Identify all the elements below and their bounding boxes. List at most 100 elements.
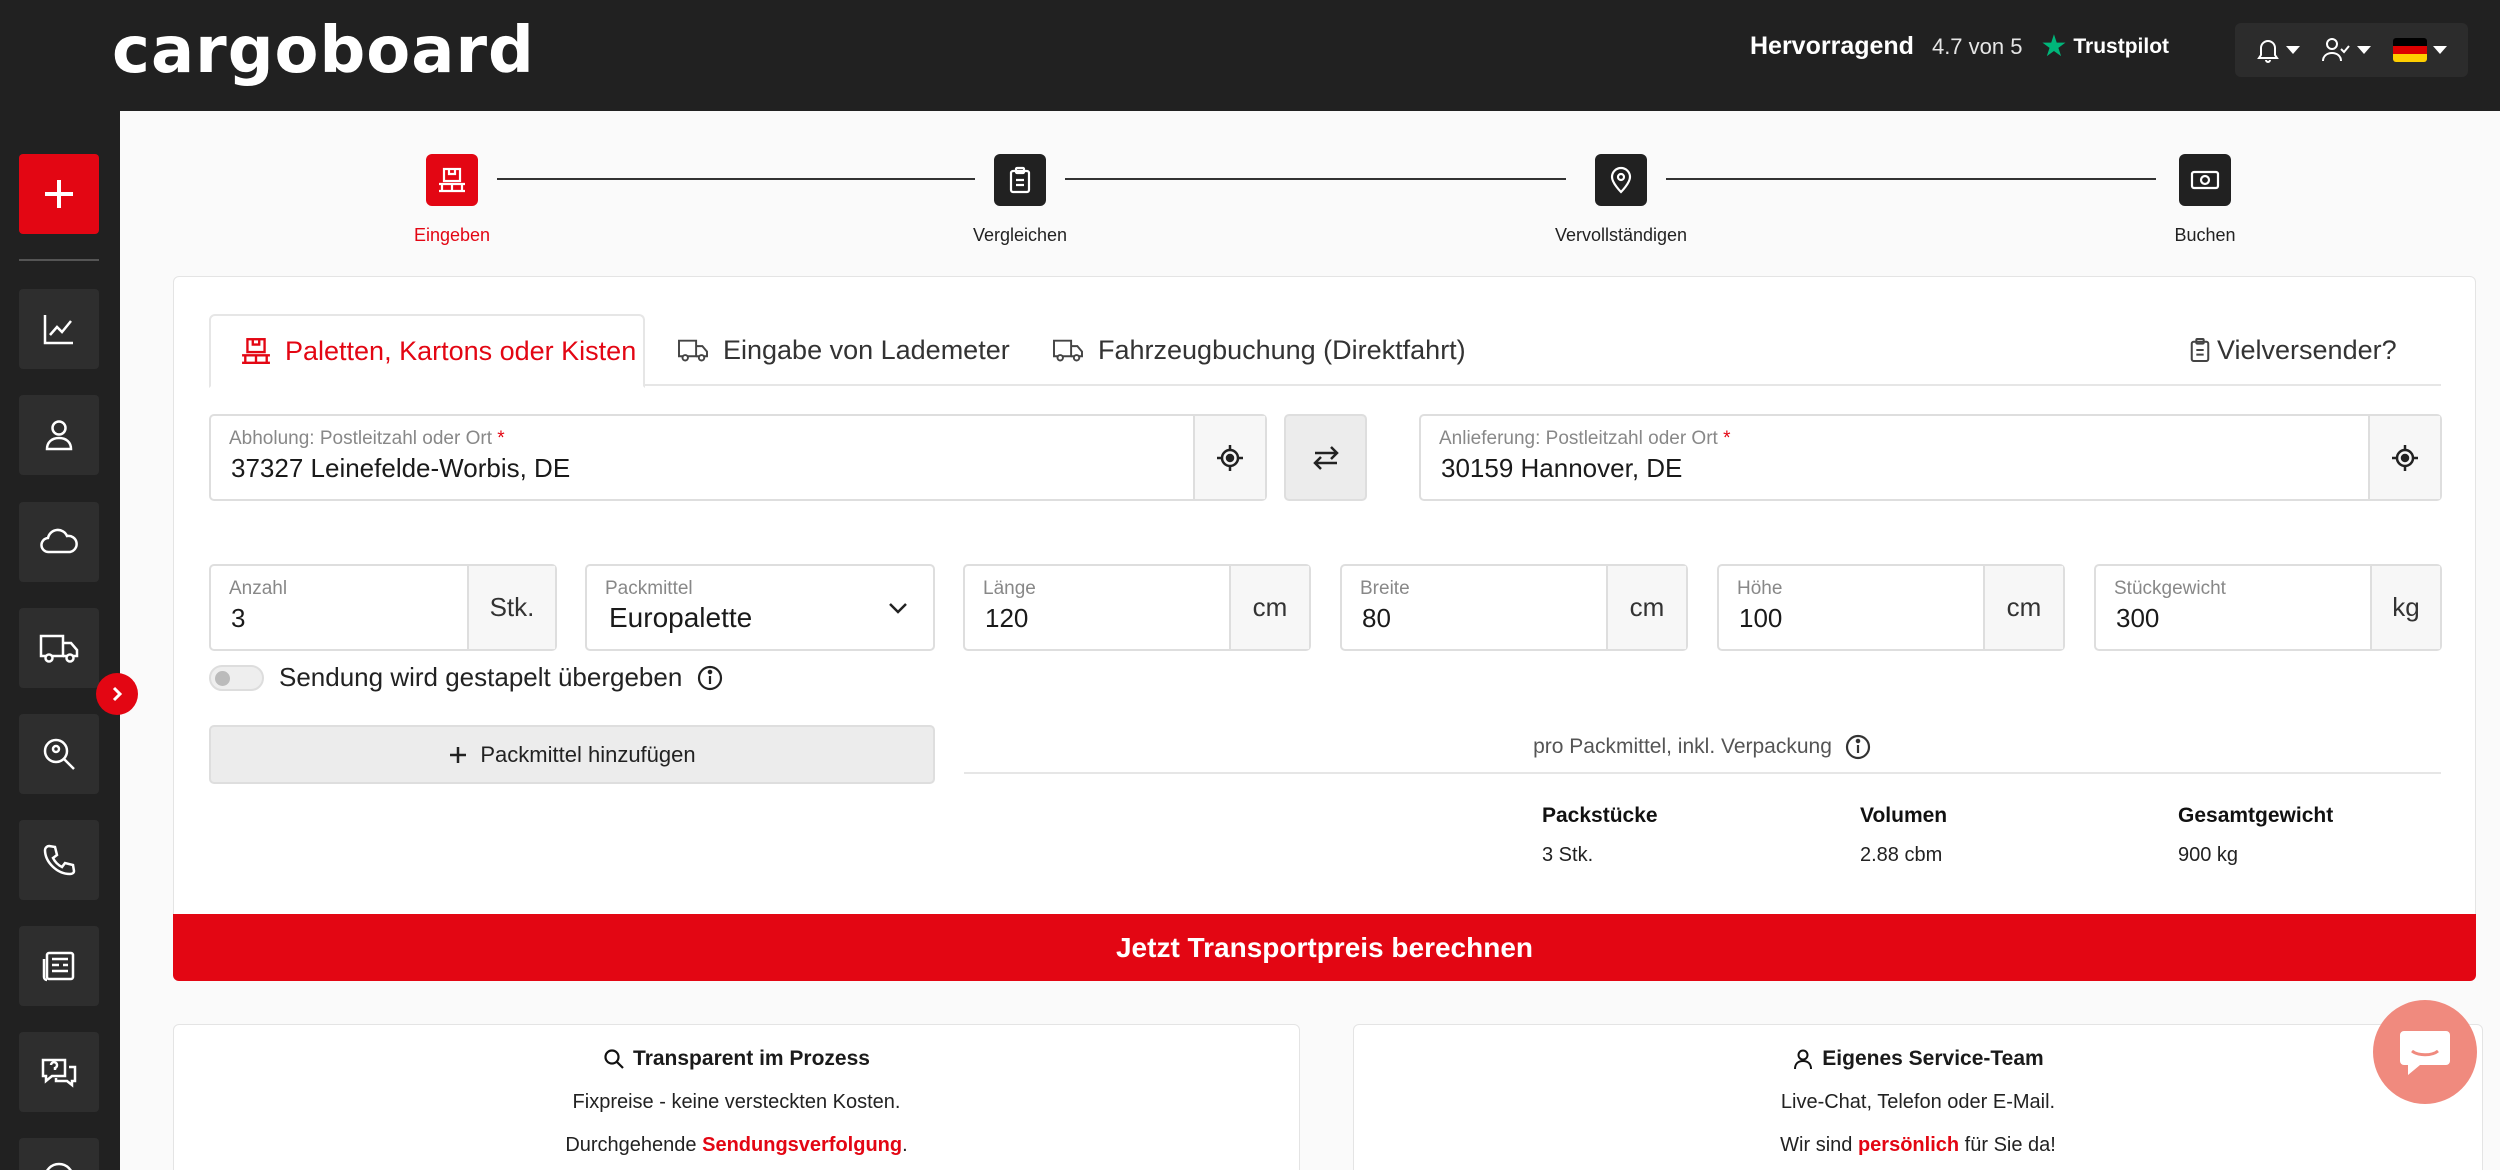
step-box (426, 154, 478, 206)
personal-highlight: persönlich (1857, 1134, 1960, 1156)
chevron-down-icon (2357, 46, 2372, 54)
height-input[interactable]: 100 (1739, 603, 1782, 634)
info-icon (46, 1162, 72, 1170)
pallet-icon (439, 167, 465, 193)
info-icon[interactable] (1844, 733, 1872, 761)
step-label: Vergleichen (972, 225, 1068, 245)
height-unit: cm (1983, 566, 2063, 649)
delivery-input[interactable]: 30159 Hannover, DE (1441, 453, 1682, 484)
sidebar-item-tracking[interactable] (19, 714, 99, 794)
packaging-label: Packmittel (605, 578, 693, 599)
clipboard-icon (2190, 337, 2210, 363)
account-menu-button[interactable] (2321, 37, 2372, 63)
calculate-price-button[interactable]: Jetzt Transportpreis berechnen (173, 914, 2476, 981)
weight-unit: kg (2370, 566, 2440, 649)
summary-total-weight: Gesamtgewicht 900 kg (2178, 804, 2333, 867)
sidebar-item-contact[interactable] (19, 820, 99, 900)
step-connector (1666, 178, 2156, 180)
notifications-button[interactable] (2256, 37, 2300, 63)
cloud-icon (40, 528, 78, 554)
feature-title: Transparent im Prozess (174, 1047, 1299, 1071)
add-icon (45, 180, 73, 208)
trustpilot-widget[interactable]: Hervorragend 4.7 von 5 ★ Trustpilot (1750, 29, 2170, 63)
chat-help-icon (41, 1058, 77, 1088)
step-eingeben[interactable]: Eingeben (352, 154, 552, 246)
swap-route-button[interactable] (1284, 414, 1367, 501)
sidebar-item-more[interactable] (19, 1138, 99, 1170)
sidebar (0, 111, 120, 1170)
user-icon (1794, 1049, 1813, 1070)
tab-pallets[interactable]: Paletten, Kartons oder Kisten (209, 314, 645, 388)
length-input[interactable]: 120 (985, 603, 1028, 634)
main-content: Eingeben Vergleichen Vervollständigen Bu… (120, 111, 2500, 1170)
quantity-input[interactable]: 3 (231, 603, 245, 634)
chevron-down-icon (2285, 46, 2300, 54)
new-shipment-button[interactable] (19, 154, 99, 234)
crosshair-icon (1217, 444, 1243, 471)
feature-line: Wir sind persönlich für Sie da! (1780, 1134, 2056, 1156)
height-field[interactable]: Höhe 100 cm (1717, 564, 2065, 651)
step-box (1595, 154, 1647, 206)
live-chat-button[interactable] (2373, 1000, 2477, 1104)
step-label: Eingeben (413, 225, 491, 245)
pickup-input[interactable]: 37327 Leinefelde-Worbis, DE (231, 453, 570, 484)
chart-icon (43, 315, 73, 345)
quantity-field[interactable]: Anzahl 3 Stk. (209, 564, 557, 651)
sidebar-expand-button[interactable] (96, 673, 138, 715)
user-check-icon (2322, 38, 2351, 62)
stacking-toggle[interactable] (209, 665, 264, 691)
clipboard-icon (1009, 166, 1031, 194)
delivery-locate-button[interactable] (2368, 416, 2440, 499)
trustpilot-brand-label: Trustpilot (2073, 34, 2170, 58)
sidebar-item-news[interactable] (19, 926, 99, 1006)
sidebar-item-help[interactable] (19, 1032, 99, 1112)
step-buchen: Buchen (2105, 154, 2305, 246)
step-label: Buchen (2174, 225, 2236, 245)
tab-label: Fahrzeugbuchung (Direktfahrt) (1098, 334, 1466, 365)
frequent-shipper-link[interactable]: Vielversender? (2189, 314, 2397, 386)
step-connector (497, 178, 975, 180)
info-icon[interactable] (696, 664, 724, 692)
language-menu-button[interactable] (2393, 38, 2448, 62)
sidebar-item-analytics[interactable] (19, 289, 99, 369)
delivery-field[interactable]: Anlieferung: Postleitzahl oder Ort * 301… (1419, 414, 2442, 501)
width-field[interactable]: Breite 80 cm (1340, 564, 1688, 651)
tracking-link[interactable]: Sendungsverfolgung (702, 1134, 902, 1156)
booking-form-card: Paletten, Kartons oder Kisten Eingabe vo… (173, 276, 2476, 981)
truck-icon (678, 339, 708, 362)
feature-line: Durchgehende Sendungsverfolgung. (565, 1134, 908, 1156)
tab-loading-meter[interactable]: Eingabe von Lademeter (675, 314, 1010, 386)
tab-vehicle-booking[interactable]: Fahrzeugbuchung (Direktfahrt) (1050, 314, 1466, 386)
length-field[interactable]: Länge 120 cm (963, 564, 1311, 651)
summary-volume: Volumen 2.88 cbm (1860, 804, 1947, 867)
top-icon-group (2235, 23, 2468, 77)
weight-input[interactable]: 300 (2116, 603, 2159, 634)
sidebar-item-shipments[interactable] (19, 608, 99, 688)
trustpilot-star-icon: ★ (2040, 29, 2068, 63)
pickup-locate-button[interactable] (1193, 416, 1265, 499)
add-packaging-button[interactable]: Packmittel hinzufügen (209, 725, 935, 784)
pickup-label: Abholung: Postleitzahl oder Ort * (229, 428, 505, 449)
pallet-icon (242, 338, 270, 364)
sidebar-item-profile[interactable] (19, 395, 99, 475)
add-packaging-label: Packmittel hinzufügen (480, 741, 696, 767)
feature-card-transparent: Transparent im Prozess Fixpreise - keine… (173, 1024, 1300, 1170)
cargoboard-logo[interactable]: cargoboard (112, 18, 535, 84)
stacking-label: Sendung wird gestapelt übergeben (279, 662, 724, 693)
packaging-select[interactable]: Packmittel Europalette (585, 564, 935, 651)
top-bar: cargoboard Hervorragend 4.7 von 5 ★ Trus… (0, 0, 2500, 111)
pickup-field[interactable]: Abholung: Postleitzahl oder Ort * 37327 … (209, 414, 1267, 501)
tab-label: Eingabe von Lademeter (723, 334, 1010, 365)
sidebar-item-cloud[interactable] (19, 502, 99, 582)
money-icon (2190, 170, 2220, 190)
feature-card-service-team: Eigenes Service-Team Live-Chat, Telefon … (1353, 1024, 2483, 1170)
search-icon (604, 1049, 624, 1069)
weight-field[interactable]: Stückgewicht 300 kg (2094, 564, 2442, 651)
width-input[interactable]: 80 (1362, 603, 1391, 634)
sidebar-divider (19, 259, 99, 261)
summary-total-weight-label: Gesamtgewicht (2178, 804, 2334, 827)
packaging-value: Europalette (609, 602, 753, 633)
weight-label: Stückgewicht (2114, 578, 2226, 599)
shipment-type-tabs: Paletten, Kartons oder Kisten Eingabe vo… (209, 314, 2441, 388)
news-icon (42, 951, 75, 982)
